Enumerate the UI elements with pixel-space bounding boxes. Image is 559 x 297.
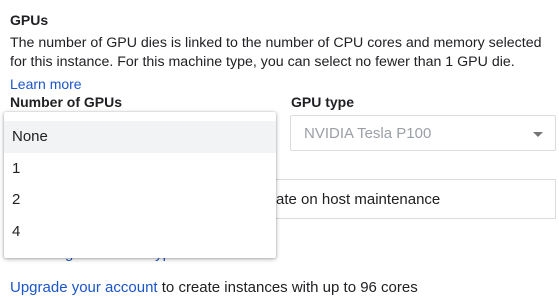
upgrade-account-line: Upgrade your account to create instances… xyxy=(10,279,418,296)
host-maintenance-value: rate on host maintenance xyxy=(271,191,441,208)
gpu-count-option-1[interactable]: 1 xyxy=(4,153,276,185)
upgrade-account-link[interactable]: Upgrade your account xyxy=(10,279,158,296)
number-of-gpus-label: Number of GPUs xyxy=(10,94,123,110)
gpu-type-label: GPU type xyxy=(291,94,355,110)
dropdown-caret-icon xyxy=(533,132,543,137)
gpu-type-select[interactable]: NVIDIA Tesla P100 xyxy=(290,115,556,151)
upgrade-account-text: to create instances with up to 96 cores xyxy=(157,279,418,296)
gpu-count-option-none[interactable]: None xyxy=(4,121,276,153)
number-of-gpus-dropdown-menu: None 1 2 4 xyxy=(4,112,276,258)
gpus-description: The number of GPU dies is linked to the … xyxy=(10,35,542,70)
gpu-count-option-4[interactable]: 4 xyxy=(4,216,276,248)
gpu-type-value: NVIDIA Tesla P100 xyxy=(304,125,432,142)
learn-more-link[interactable]: Learn more xyxy=(10,76,82,92)
gpu-count-option-2[interactable]: 2 xyxy=(4,184,276,216)
gpus-section-title: GPUs xyxy=(10,12,49,28)
